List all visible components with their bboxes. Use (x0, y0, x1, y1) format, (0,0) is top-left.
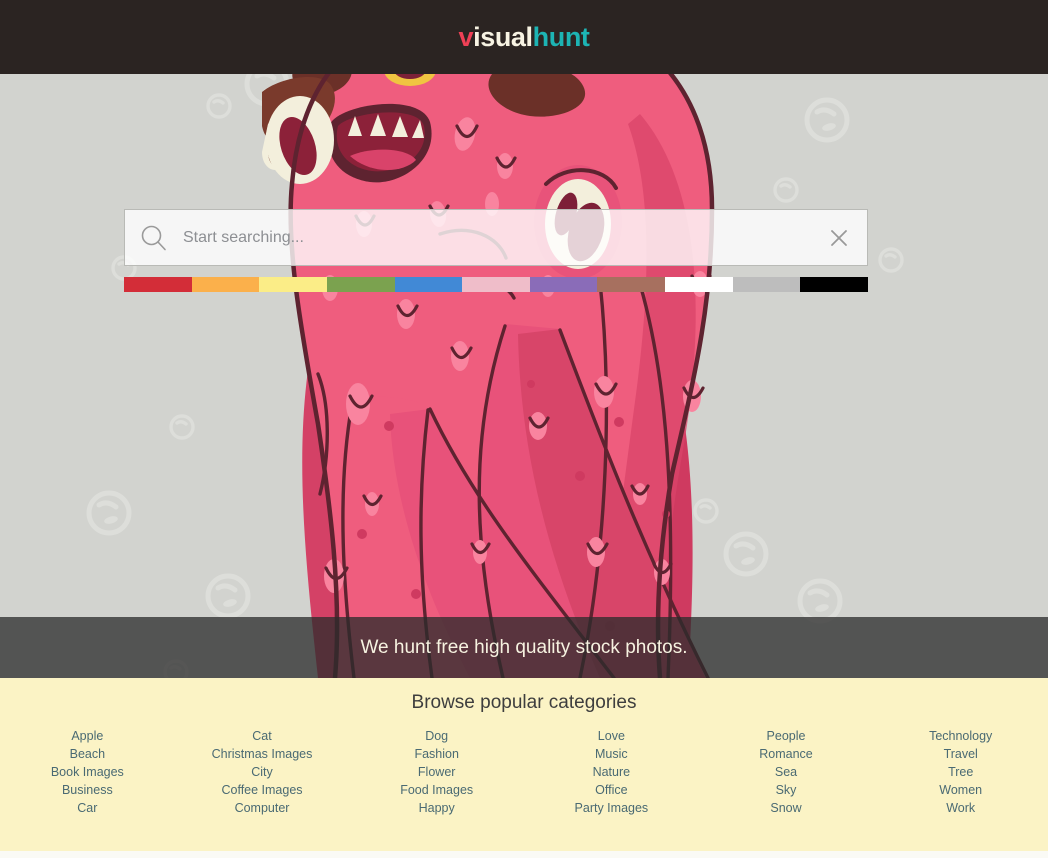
category-link-music[interactable]: Music (524, 745, 699, 763)
search-input[interactable] (183, 210, 811, 265)
logo-text-isual: isual (473, 21, 533, 52)
category-link-apple[interactable]: Apple (0, 727, 175, 745)
category-link-car[interactable]: Car (0, 799, 175, 817)
search-icon (125, 223, 183, 253)
close-icon[interactable] (811, 210, 867, 265)
category-link-office[interactable]: Office (524, 781, 699, 799)
page-footer-strip (0, 851, 1048, 858)
color-swatch-gray[interactable] (732, 277, 801, 292)
categories-columns: Apple Beach Book Images Business Car Cat… (0, 727, 1048, 817)
site-header: visualhunt (0, 0, 1048, 74)
color-swatch-blue[interactable] (394, 277, 463, 292)
category-link-beach[interactable]: Beach (0, 745, 175, 763)
categories-section: Browse popular categories Apple Beach Bo… (0, 678, 1048, 851)
category-link-city[interactable]: City (175, 763, 350, 781)
color-swatch-yellow[interactable] (259, 277, 327, 292)
category-link-love[interactable]: Love (524, 727, 699, 745)
category-link-fashion[interactable]: Fashion (349, 745, 524, 763)
category-column-1: Apple Beach Book Images Business Car (0, 727, 175, 817)
color-swatch-pink[interactable] (462, 277, 530, 292)
category-link-sea[interactable]: Sea (699, 763, 874, 781)
logo-text-hunt: hunt (532, 21, 590, 52)
category-link-women[interactable]: Women (873, 781, 1048, 799)
color-filter-bar (124, 277, 869, 292)
category-link-sky[interactable]: Sky (699, 781, 874, 799)
category-link-people[interactable]: People (699, 727, 874, 745)
category-link-dog[interactable]: Dog (349, 727, 524, 745)
category-link-business[interactable]: Business (0, 781, 175, 799)
category-link-travel[interactable]: Travel (873, 745, 1048, 763)
color-swatch-orange[interactable] (191, 277, 260, 292)
category-column-2: Cat Christmas Images City Coffee Images … (175, 727, 350, 817)
category-link-tree[interactable]: Tree (873, 763, 1048, 781)
category-link-happy[interactable]: Happy (349, 799, 524, 817)
hero-illustration (0, 74, 1048, 678)
color-swatch-purple[interactable] (529, 277, 598, 292)
category-column-4: Love Music Nature Office Party Images (524, 727, 699, 817)
category-link-coffee-images[interactable]: Coffee Images (175, 781, 350, 799)
color-swatch-red[interactable] (124, 277, 192, 292)
page-root: visualhunt Start searching... We hunt fr… (0, 0, 1048, 858)
search-box[interactable] (124, 209, 868, 266)
category-link-work[interactable]: Work (873, 799, 1048, 817)
color-swatch-black[interactable] (800, 277, 869, 292)
category-link-flower[interactable]: Flower (349, 763, 524, 781)
category-link-snow[interactable]: Snow (699, 799, 874, 817)
category-link-nature[interactable]: Nature (524, 763, 699, 781)
site-logo[interactable]: visualhunt (458, 22, 589, 53)
search-widget (124, 209, 869, 292)
category-link-technology[interactable]: Technology (873, 727, 1048, 745)
category-column-6: Technology Travel Tree Women Work (873, 727, 1048, 817)
category-link-party-images[interactable]: Party Images (524, 799, 699, 817)
category-link-cat[interactable]: Cat (175, 727, 350, 745)
color-swatch-green[interactable] (326, 277, 395, 292)
tagline-bar: We hunt free high quality stock photos. (0, 617, 1048, 678)
category-column-3: Dog Fashion Flower Food Images Happy (349, 727, 524, 817)
category-link-romance[interactable]: Romance (699, 745, 874, 763)
category-link-food-images[interactable]: Food Images (349, 781, 524, 799)
hero-section (0, 74, 1048, 678)
category-link-computer[interactable]: Computer (175, 799, 350, 817)
category-link-book-images[interactable]: Book Images (0, 763, 175, 781)
category-column-5: People Romance Sea Sky Snow (699, 727, 874, 817)
categories-title: Browse popular categories (411, 692, 637, 713)
color-swatch-white[interactable] (665, 277, 733, 292)
color-swatch-brown[interactable] (597, 277, 666, 292)
tagline-text: We hunt free high quality stock photos. (360, 636, 688, 658)
category-link-christmas-images[interactable]: Christmas Images (175, 745, 350, 763)
logo-text-v: v (458, 21, 474, 52)
